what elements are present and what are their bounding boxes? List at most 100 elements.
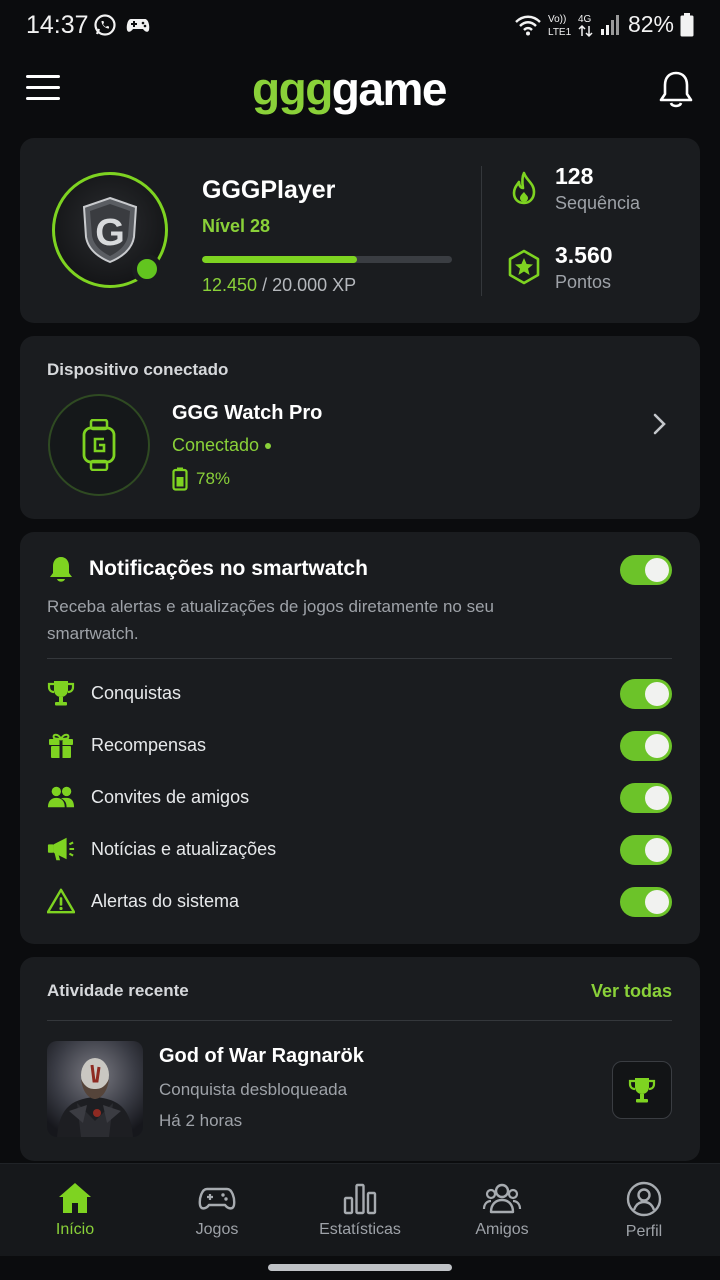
bar-chart-icon bbox=[343, 1183, 377, 1215]
game-cover-image bbox=[47, 1041, 143, 1137]
notif-row-friend-invites: Convites de amigos bbox=[47, 783, 249, 811]
streak-value: 128 bbox=[555, 163, 594, 189]
hamburger-menu-icon[interactable] bbox=[26, 75, 60, 103]
app-logo: ggggame bbox=[252, 63, 447, 115]
trophy-icon bbox=[628, 1078, 656, 1103]
battery-icon bbox=[680, 12, 694, 36]
recent-activity-card: Atividade recente Ver todas God of War R… bbox=[20, 957, 700, 1161]
notifications-description: Receba alertas e atualizações de jogos d… bbox=[47, 597, 495, 643]
notif-label: Conquistas bbox=[91, 682, 182, 703]
megaphone-icon bbox=[47, 837, 75, 861]
nav-label: Perfil bbox=[625, 1223, 663, 1240]
xp-current: 12.450 bbox=[202, 275, 258, 295]
divider bbox=[47, 1020, 672, 1021]
activity-time: Há 2 horas bbox=[159, 1111, 243, 1130]
game-thumbnail[interactable] bbox=[47, 1041, 143, 1137]
wifi-icon bbox=[515, 15, 541, 35]
svg-text:G: G bbox=[95, 212, 125, 254]
users-icon bbox=[47, 786, 75, 808]
gamepad-icon bbox=[198, 1187, 236, 1210]
divider bbox=[47, 658, 672, 659]
nav-games[interactable]: Jogos bbox=[145, 1164, 289, 1257]
friends-icon bbox=[482, 1183, 522, 1214]
signal-icon bbox=[600, 14, 619, 35]
trophy-icon bbox=[47, 681, 75, 706]
xp-text: 12.450 / 20.000 XP bbox=[202, 275, 356, 296]
profile-card[interactable]: G GGGPlayer Nível 28 12.450 / 20.000 XP … bbox=[20, 138, 700, 323]
activity-section-title: Atividade recente bbox=[47, 981, 189, 1000]
notif-row-rewards: Recompensas bbox=[47, 731, 206, 759]
xp-progress-bar bbox=[202, 256, 452, 263]
shield-g-logo-icon: G bbox=[82, 196, 138, 264]
points-label: Pontos bbox=[555, 272, 612, 292]
see-all-link[interactable]: Ver todas bbox=[591, 981, 672, 1002]
nav-label: Estatísticas bbox=[319, 1221, 401, 1238]
notif-label: Alertas do sistema bbox=[91, 890, 240, 911]
activity-description: Conquista desbloqueada bbox=[159, 1080, 348, 1099]
status-notification-icons bbox=[93, 13, 151, 37]
device-section-title: Dispositivo conectado bbox=[47, 360, 229, 379]
nav-statistics[interactable]: Estatísticas bbox=[288, 1164, 432, 1257]
xp-total: / 20.000 XP bbox=[257, 275, 357, 295]
nav-home[interactable]: Início bbox=[3, 1164, 147, 1257]
connected-dot bbox=[265, 443, 272, 450]
svg-text:4G: 4G bbox=[578, 14, 592, 25]
activity-game-title: God of War Ragnarök bbox=[159, 1045, 364, 1067]
streak-label: Sequência bbox=[555, 193, 641, 213]
svg-text:Vo)): Vo)) bbox=[548, 14, 566, 25]
app-header: ggggame bbox=[0, 60, 720, 120]
toggle-friend-invites[interactable] bbox=[620, 783, 672, 813]
toggle-system-alerts[interactable] bbox=[620, 887, 672, 917]
smartwatch-notifications-card: Notificações no smartwatch Receba alerta… bbox=[20, 532, 700, 944]
online-status-indicator bbox=[132, 254, 162, 284]
bell-icon bbox=[50, 557, 72, 582]
gamepad-icon bbox=[126, 19, 150, 32]
points-value: 3.560 bbox=[555, 242, 613, 268]
home-icon bbox=[59, 1183, 91, 1213]
home-indicator[interactable] bbox=[268, 1264, 452, 1271]
notif-label: Convites de amigos bbox=[91, 786, 250, 807]
chevron-right-icon[interactable] bbox=[652, 412, 668, 436]
bottom-navigation: Início Jogos Estatísticas Amigos Perfil bbox=[0, 1163, 720, 1256]
notif-row-system-alerts: Alertas do sistema bbox=[47, 887, 239, 915]
warning-icon bbox=[47, 888, 75, 914]
toggle-rewards[interactable] bbox=[620, 731, 672, 761]
connected-device-card[interactable]: Dispositivo conectado GGG Watch Pro Cone… bbox=[20, 336, 700, 519]
device-battery-value: 78% bbox=[196, 469, 231, 488]
flame-icon bbox=[512, 171, 536, 205]
toggle-achievements[interactable] bbox=[620, 679, 672, 709]
notif-row-achievements: Conquistas bbox=[47, 679, 181, 707]
player-level: Nível 28 bbox=[202, 216, 271, 236]
volte-icon: Vo)) LTE1 bbox=[548, 14, 572, 38]
achievement-button[interactable] bbox=[612, 1061, 672, 1119]
battery-percentage: 82% bbox=[627, 11, 674, 37]
status-system-icons: Vo)) LTE1 4G 82% bbox=[514, 11, 694, 38]
bell-icon[interactable] bbox=[658, 70, 694, 110]
stats-divider bbox=[481, 166, 482, 296]
player-name: GGGPlayer bbox=[202, 176, 336, 204]
notif-label: Notícias e atualizações bbox=[91, 838, 277, 859]
toggle-news[interactable] bbox=[620, 835, 672, 865]
nav-label: Jogos bbox=[195, 1221, 239, 1238]
whatsapp-icon bbox=[94, 14, 116, 36]
star-badge-icon bbox=[508, 249, 540, 285]
nav-friends[interactable]: Amigos bbox=[430, 1164, 574, 1257]
notifications-header: Notificações no smartwatch bbox=[47, 555, 368, 583]
svg-text:LTE1: LTE1 bbox=[548, 27, 572, 38]
battery-icon bbox=[172, 467, 188, 491]
notifications-master-toggle[interactable] bbox=[620, 555, 672, 585]
smartwatch-icon bbox=[82, 419, 116, 471]
4g-icon: 4G bbox=[578, 14, 593, 37]
notif-label: Recompensas bbox=[91, 734, 207, 755]
profile-icon bbox=[626, 1181, 662, 1217]
nav-profile[interactable]: Perfil bbox=[572, 1164, 716, 1257]
status-bar: 14:37 Vo)) LTE1 4G 82% bbox=[0, 0, 720, 52]
xp-progress-fill bbox=[202, 256, 357, 263]
status-time: 14:37 bbox=[26, 11, 89, 39]
smartwatch-icon-container bbox=[48, 394, 150, 496]
nav-label: Início bbox=[55, 1221, 95, 1238]
gift-icon bbox=[49, 733, 73, 758]
device-battery: 78% bbox=[172, 467, 230, 491]
device-status: Conectado bbox=[172, 435, 272, 456]
points-stat: 3.560 Pontos bbox=[506, 241, 613, 293]
